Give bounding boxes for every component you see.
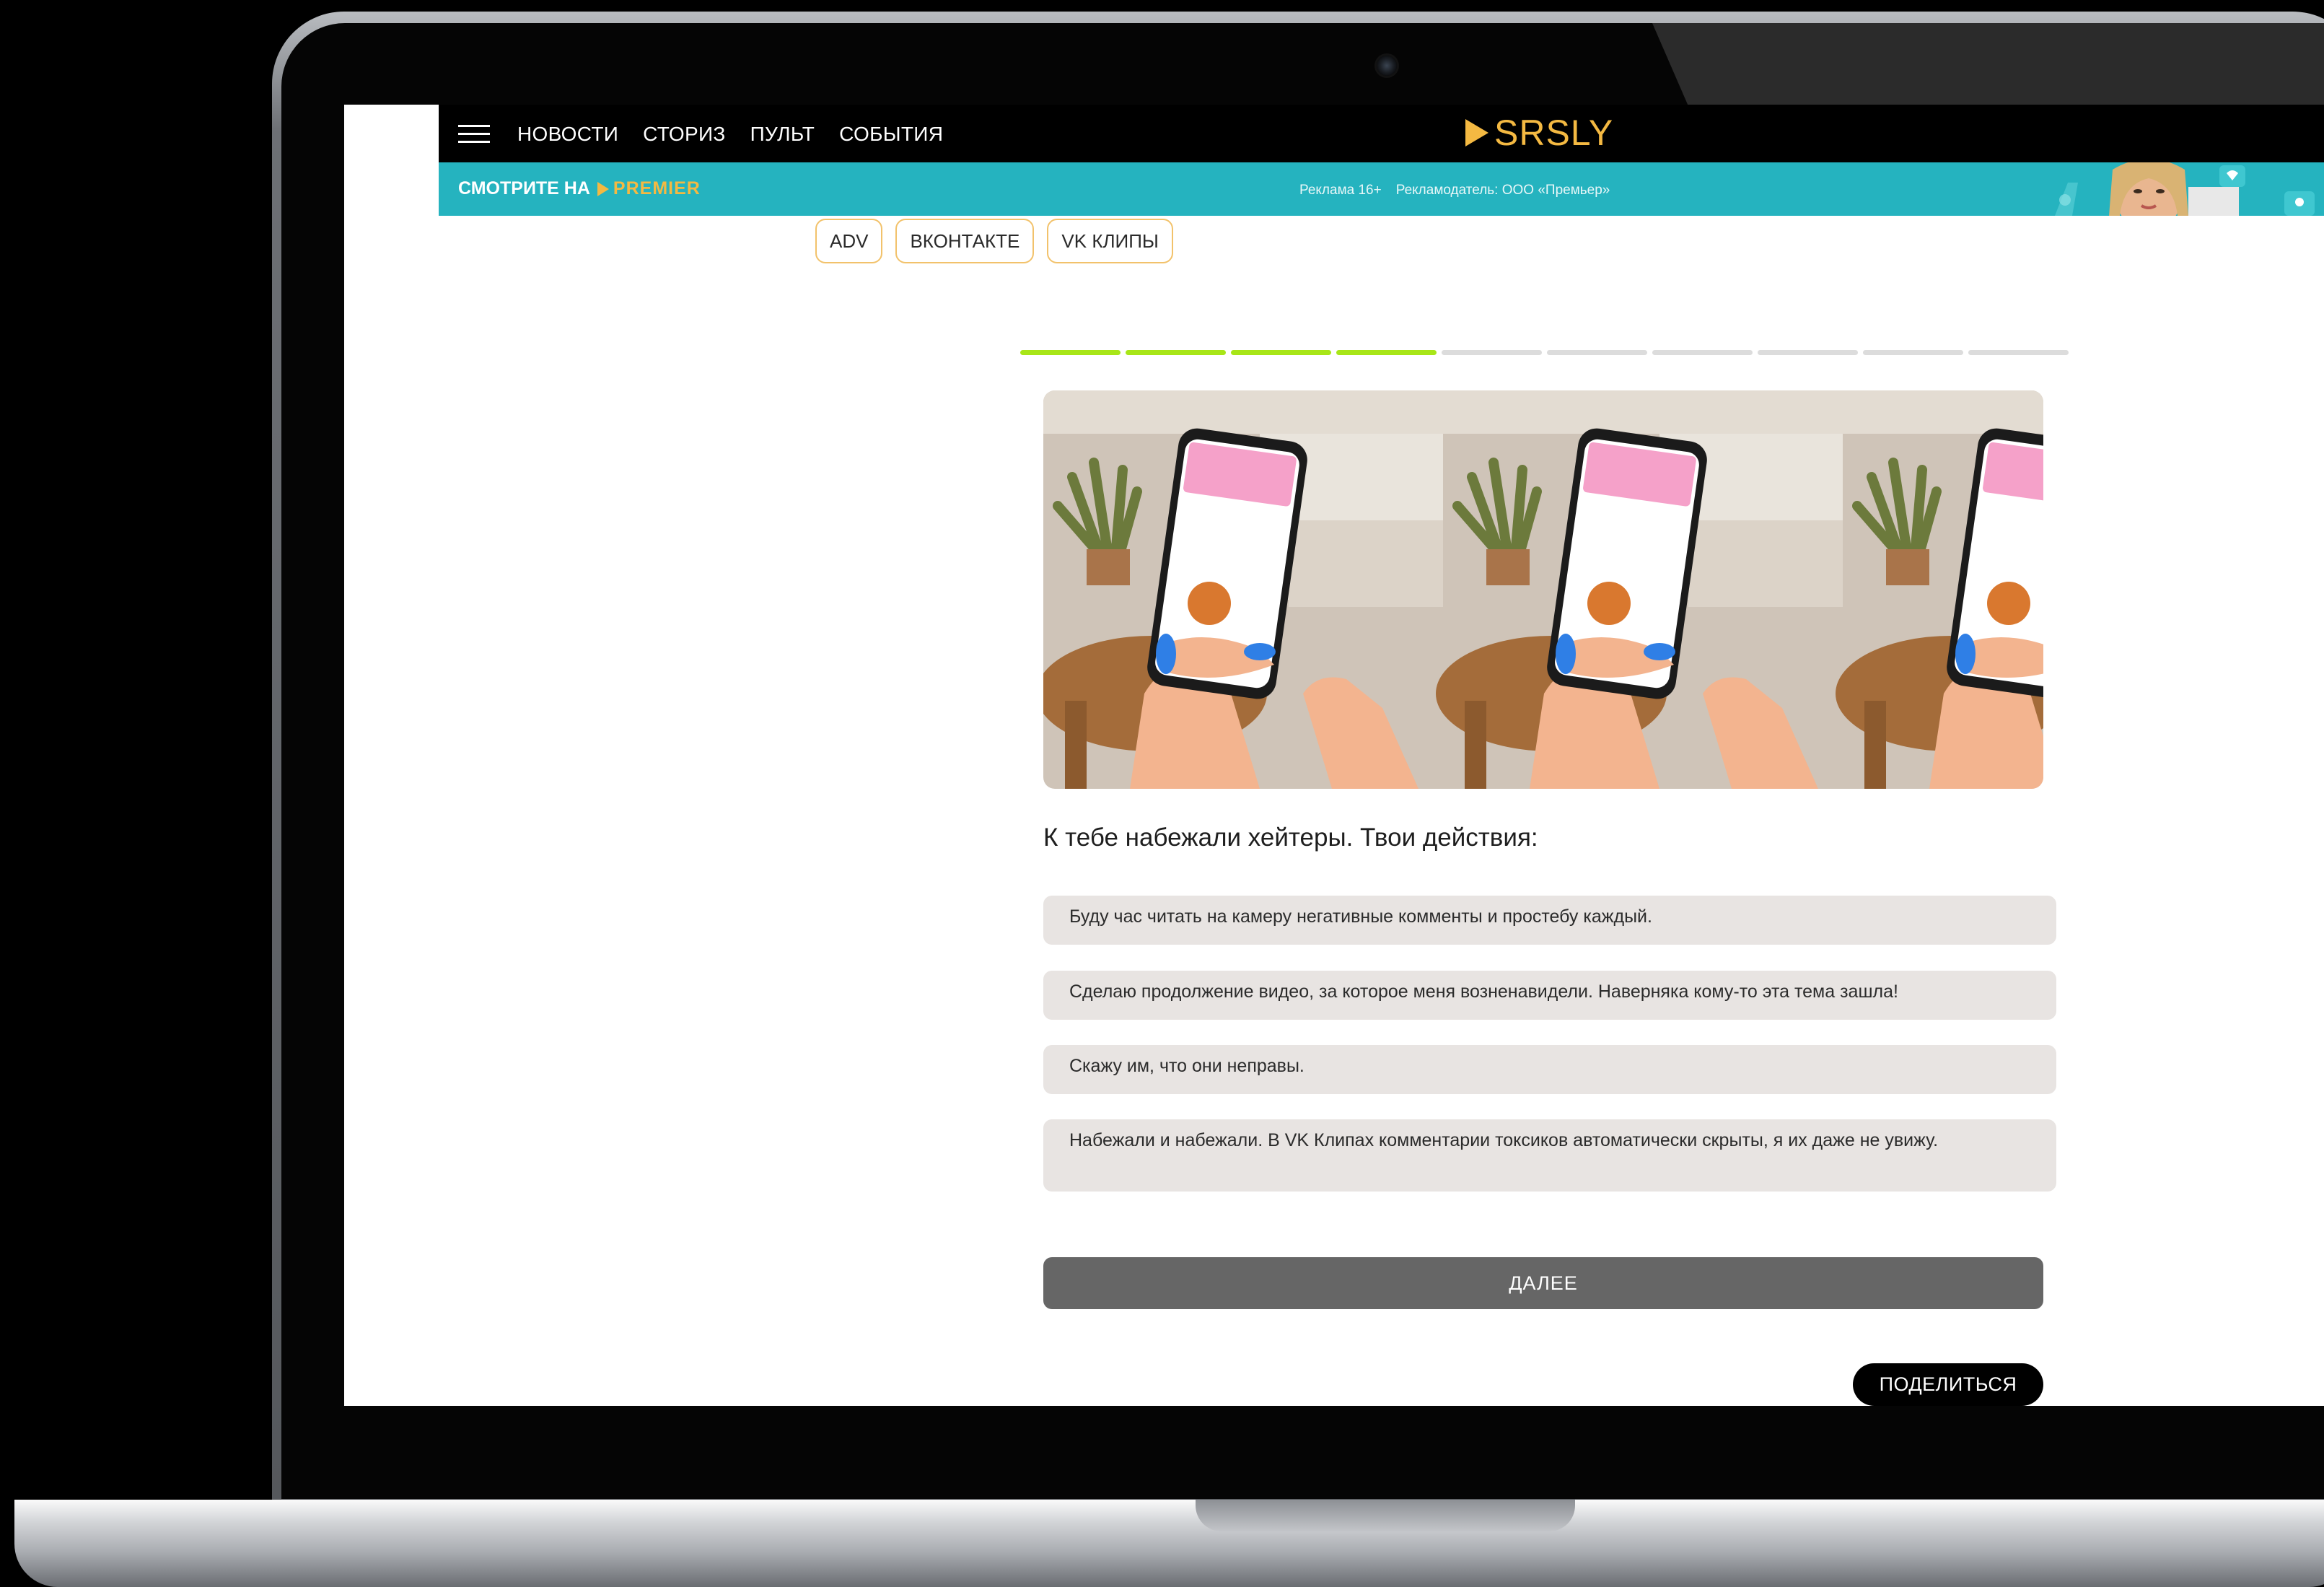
quiz-illustration [1043, 390, 2043, 789]
nav-item-events[interactable]: СОБЫТИЯ [839, 122, 943, 147]
tag-vk-clips[interactable]: VK КЛИПЫ [1047, 219, 1173, 263]
site-header: НОВОСТИ СТОРИЗ ПУЛЬТ СОБЫТИЯ SRSLY [439, 105, 2324, 162]
nav-item-stories[interactable]: СТОРИЗ [643, 122, 725, 147]
ad-advertiser: Рекламодатель: ООО «Премьер» [1395, 183, 1610, 198]
tag-vkontakte[interactable]: ВКОНТАКТЕ [895, 219, 1035, 263]
ad-age-label: Реклама 16+ [1299, 183, 1382, 198]
progress-segment [1758, 350, 1858, 355]
play-icon [597, 181, 609, 196]
progress-segment [1126, 350, 1226, 355]
progress-segment [1547, 350, 1647, 355]
next-button[interactable]: ДАЛЕЕ [1043, 1257, 2043, 1309]
progress-segment [1863, 350, 1963, 355]
browser-screen: НОВОСТИ СТОРИЗ ПУЛЬТ СОБЫТИЯ SRSLY СМОТР… [344, 105, 2324, 1406]
progress-segment [1020, 350, 1121, 355]
answer-option-3[interactable]: Скажу им, что они неправы. [1043, 1045, 2056, 1094]
ad-brand: PREMIER [613, 178, 701, 198]
ad-legal-text: Реклама 16+ Рекламодатель: ООО «Премьер» [1299, 183, 1610, 198]
ad-illustration [2040, 162, 2324, 216]
progress-segment [1968, 350, 2069, 355]
site-logo[interactable]: SRSLY [1465, 115, 1613, 151]
menu-icon[interactable] [458, 125, 490, 144]
nav-item-news[interactable]: НОВОСТИ [517, 122, 618, 147]
nav-item-remote[interactable]: ПУЛЬТ [750, 122, 815, 147]
progress-segment [1336, 350, 1437, 355]
camera-icon [1377, 56, 1397, 76]
laptop-notch [1196, 1500, 1575, 1531]
ad-banner[interactable]: СМОТРИТЕ НА PREMIER Реклама 16+ Рекламод… [439, 162, 2324, 216]
main-nav: НОВОСТИ СТОРИЗ ПУЛЬТ СОБЫТИЯ [517, 122, 943, 147]
share-button[interactable]: ПОДЕЛИТЬСЯ [1853, 1363, 2043, 1406]
ad-cta[interactable]: СМОТРИТЕ НА PREMIER [458, 178, 701, 199]
progress-segment [1442, 350, 1542, 355]
answer-option-1[interactable]: Буду час читать на камеру негативные ком… [1043, 896, 2056, 945]
quiz-progress [1020, 350, 2069, 355]
laptop-base [14, 1500, 2324, 1587]
play-icon [1465, 119, 1488, 147]
logo-text: SRSLY [1494, 113, 1614, 153]
tag-adv[interactable]: ADV [815, 219, 883, 263]
tag-list: ADV ВКОНТАКТЕ VK КЛИПЫ [815, 219, 1173, 263]
progress-segment [1231, 350, 1331, 355]
quiz-question: К тебе набежали хейтеры. Твои действия: [1043, 823, 1538, 852]
progress-segment [1652, 350, 1753, 355]
answer-option-2[interactable]: Сделаю продолжение видео, за которое мен… [1043, 971, 2056, 1020]
ad-watch-text: СМОТРИТЕ НА [458, 178, 590, 198]
answer-option-4[interactable]: Набежали и набежали. В VK Клипах коммент… [1043, 1119, 2056, 1192]
bezel-reflection [1652, 23, 2324, 106]
